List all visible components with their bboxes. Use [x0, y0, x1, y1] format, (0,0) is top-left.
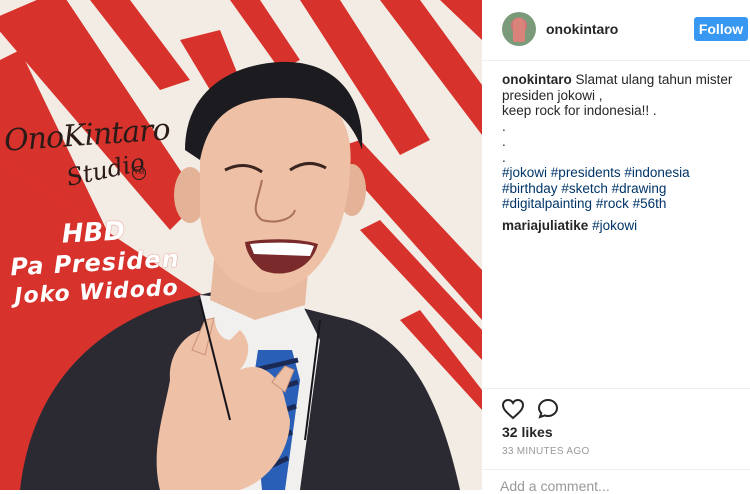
comment-icon[interactable] [536, 397, 560, 421]
comment-item: mariajuliatike #jokowi [502, 218, 746, 234]
hashtag-link[interactable]: #sketch [561, 181, 608, 196]
heart-icon[interactable] [501, 397, 525, 421]
username-link[interactable]: onokintaro [546, 21, 618, 37]
hashtag-link[interactable]: #rock [596, 196, 629, 211]
hashtag-link[interactable]: #indonesia [624, 165, 689, 180]
logo-text: OnoKintaro [2, 112, 171, 159]
studio-logo: OnoKintaro Studio TM [3, 112, 171, 198]
caption-author[interactable]: onokintaro [502, 72, 572, 87]
hashtag-link[interactable]: #jokowi [502, 165, 547, 180]
post-header: onokintaro Follow [482, 0, 750, 61]
avatar[interactable] [502, 12, 536, 46]
comment-author[interactable]: mariajuliatike [502, 218, 588, 233]
greeting-text: HBD Pa Presiden Joko Widodo [0, 213, 192, 313]
post-image[interactable]: OnoKintaro Studio TM HBD Pa Presiden Jok… [0, 0, 482, 490]
follow-button[interactable]: Follow [694, 17, 748, 41]
hashtag-link[interactable]: #birthday [502, 181, 558, 196]
post-actions: 32 likes 33 MINUTES AGO [482, 388, 750, 494]
hashtag-link[interactable]: #drawing [612, 181, 667, 196]
caption-dot: . [502, 134, 506, 149]
logo-trademark: TM [132, 166, 146, 180]
caption-hashtags: #jokowi #presidents #indonesia #birthday… [502, 165, 746, 212]
hashtag-link[interactable]: #digitalpainting [502, 196, 592, 211]
caption-text-line2: keep rock for indonesia!! . [502, 103, 657, 118]
post-timestamp[interactable]: 33 MINUTES AGO [502, 446, 590, 457]
caption: onokintaro Slamat ulang tahun mister pre… [502, 72, 746, 212]
comments-list: onokintaro Slamat ulang tahun mister pre… [502, 72, 746, 239]
add-comment-input[interactable] [500, 478, 740, 494]
hashtag-link[interactable]: #jokowi [592, 218, 637, 233]
like-count[interactable]: 32 likes [502, 424, 553, 440]
caption-dot: . [502, 149, 506, 165]
add-comment-bar [482, 469, 750, 494]
post-side-panel: onokintaro Follow onokintaro Slamat ulan… [482, 0, 750, 494]
caption-dot: . [502, 118, 506, 134]
hashtag-link[interactable]: #56th [633, 196, 667, 211]
hashtag-link[interactable]: #presidents [551, 165, 621, 180]
